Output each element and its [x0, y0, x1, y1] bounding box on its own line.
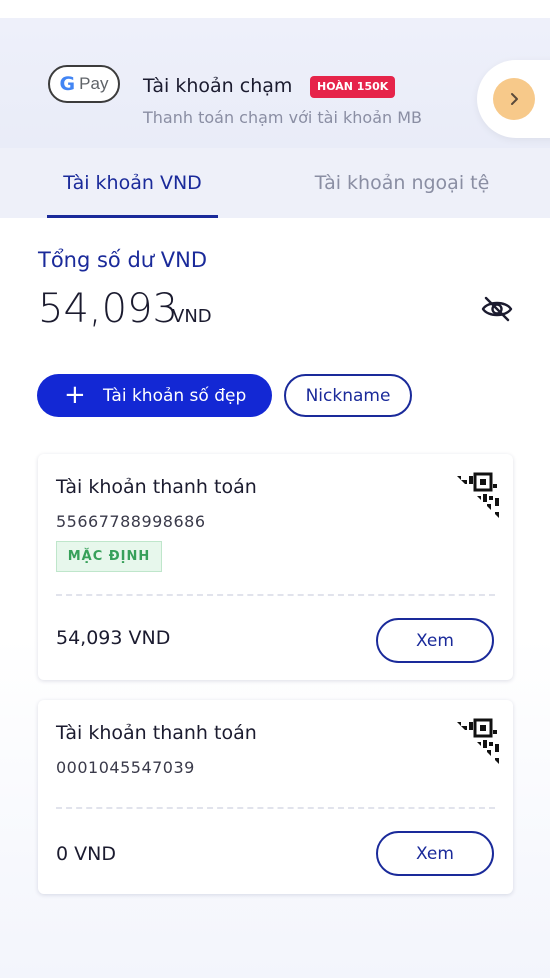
- chevron-right-icon[interactable]: [493, 78, 535, 120]
- main-content: Tổng số dư VND 54,093 VND + Tài khoản số…: [0, 218, 550, 978]
- tab-vnd-account[interactable]: Tài khoản VND: [47, 148, 218, 218]
- total-balance-unit: VND: [172, 306, 212, 327]
- google-pay-logo: G Pay: [48, 65, 120, 103]
- eye-off-icon[interactable]: [479, 294, 515, 324]
- status-strip: [0, 0, 550, 18]
- promo-next-container: [477, 60, 550, 138]
- total-balance-amount: 54,093: [38, 286, 178, 332]
- gpay-promo-banner[interactable]: G Pay Tài khoản chạm HOÀN 150K Thanh toá…: [0, 18, 550, 148]
- eye-off-glyph: [481, 296, 513, 322]
- account-tabs: Tài khoản VND Tài khoản ngoại tệ: [0, 148, 550, 218]
- total-balance-title: Tổng số dư VND: [38, 248, 208, 272]
- qr-code-glyph: [441, 472, 499, 524]
- promo-title: Tài khoản chạm: [143, 75, 293, 97]
- account-card[interactable]: Tài khoản thanh toán 55667788998686 MẶC …: [38, 454, 513, 680]
- dashed-divider: [56, 807, 495, 809]
- google-g-icon: G: [59, 73, 76, 95]
- view-account-button[interactable]: Xem: [376, 831, 494, 876]
- account-balance: 0 VND: [56, 843, 116, 865]
- qr-code-icon[interactable]: [435, 454, 513, 532]
- qr-code-glyph: [441, 718, 499, 770]
- qr-code-icon[interactable]: [435, 700, 513, 778]
- beautiful-number-account-label: Tài khoản số đẹp: [103, 386, 247, 406]
- account-type-title: Tài khoản thanh toán: [56, 476, 257, 498]
- account-card[interactable]: Tài khoản thanh toán 0001045547039 0 VND…: [38, 700, 513, 894]
- tab-foreign-currency-account[interactable]: Tài khoản ngoại tệ: [290, 148, 514, 218]
- chevron-right-glyph: [511, 93, 518, 105]
- promo-cashback-badge: HOÀN 150K: [310, 76, 396, 98]
- account-number: 55667788998686: [56, 512, 206, 531]
- dashed-divider: [56, 594, 495, 596]
- view-account-button[interactable]: Xem: [376, 618, 494, 663]
- account-number: 0001045547039: [56, 758, 195, 777]
- plus-icon: +: [64, 380, 86, 410]
- account-balance: 54,093 VND: [56, 627, 171, 649]
- default-account-badge: MẶC ĐỊNH: [56, 541, 162, 572]
- account-type-title: Tài khoản thanh toán: [56, 722, 257, 744]
- promo-subtitle: Thanh toán chạm với tài khoản MB: [143, 108, 422, 127]
- beautiful-number-account-button[interactable]: + Tài khoản số đẹp: [37, 374, 272, 417]
- nickname-button[interactable]: Nickname: [284, 374, 412, 417]
- gpay-label: Pay: [79, 74, 109, 93]
